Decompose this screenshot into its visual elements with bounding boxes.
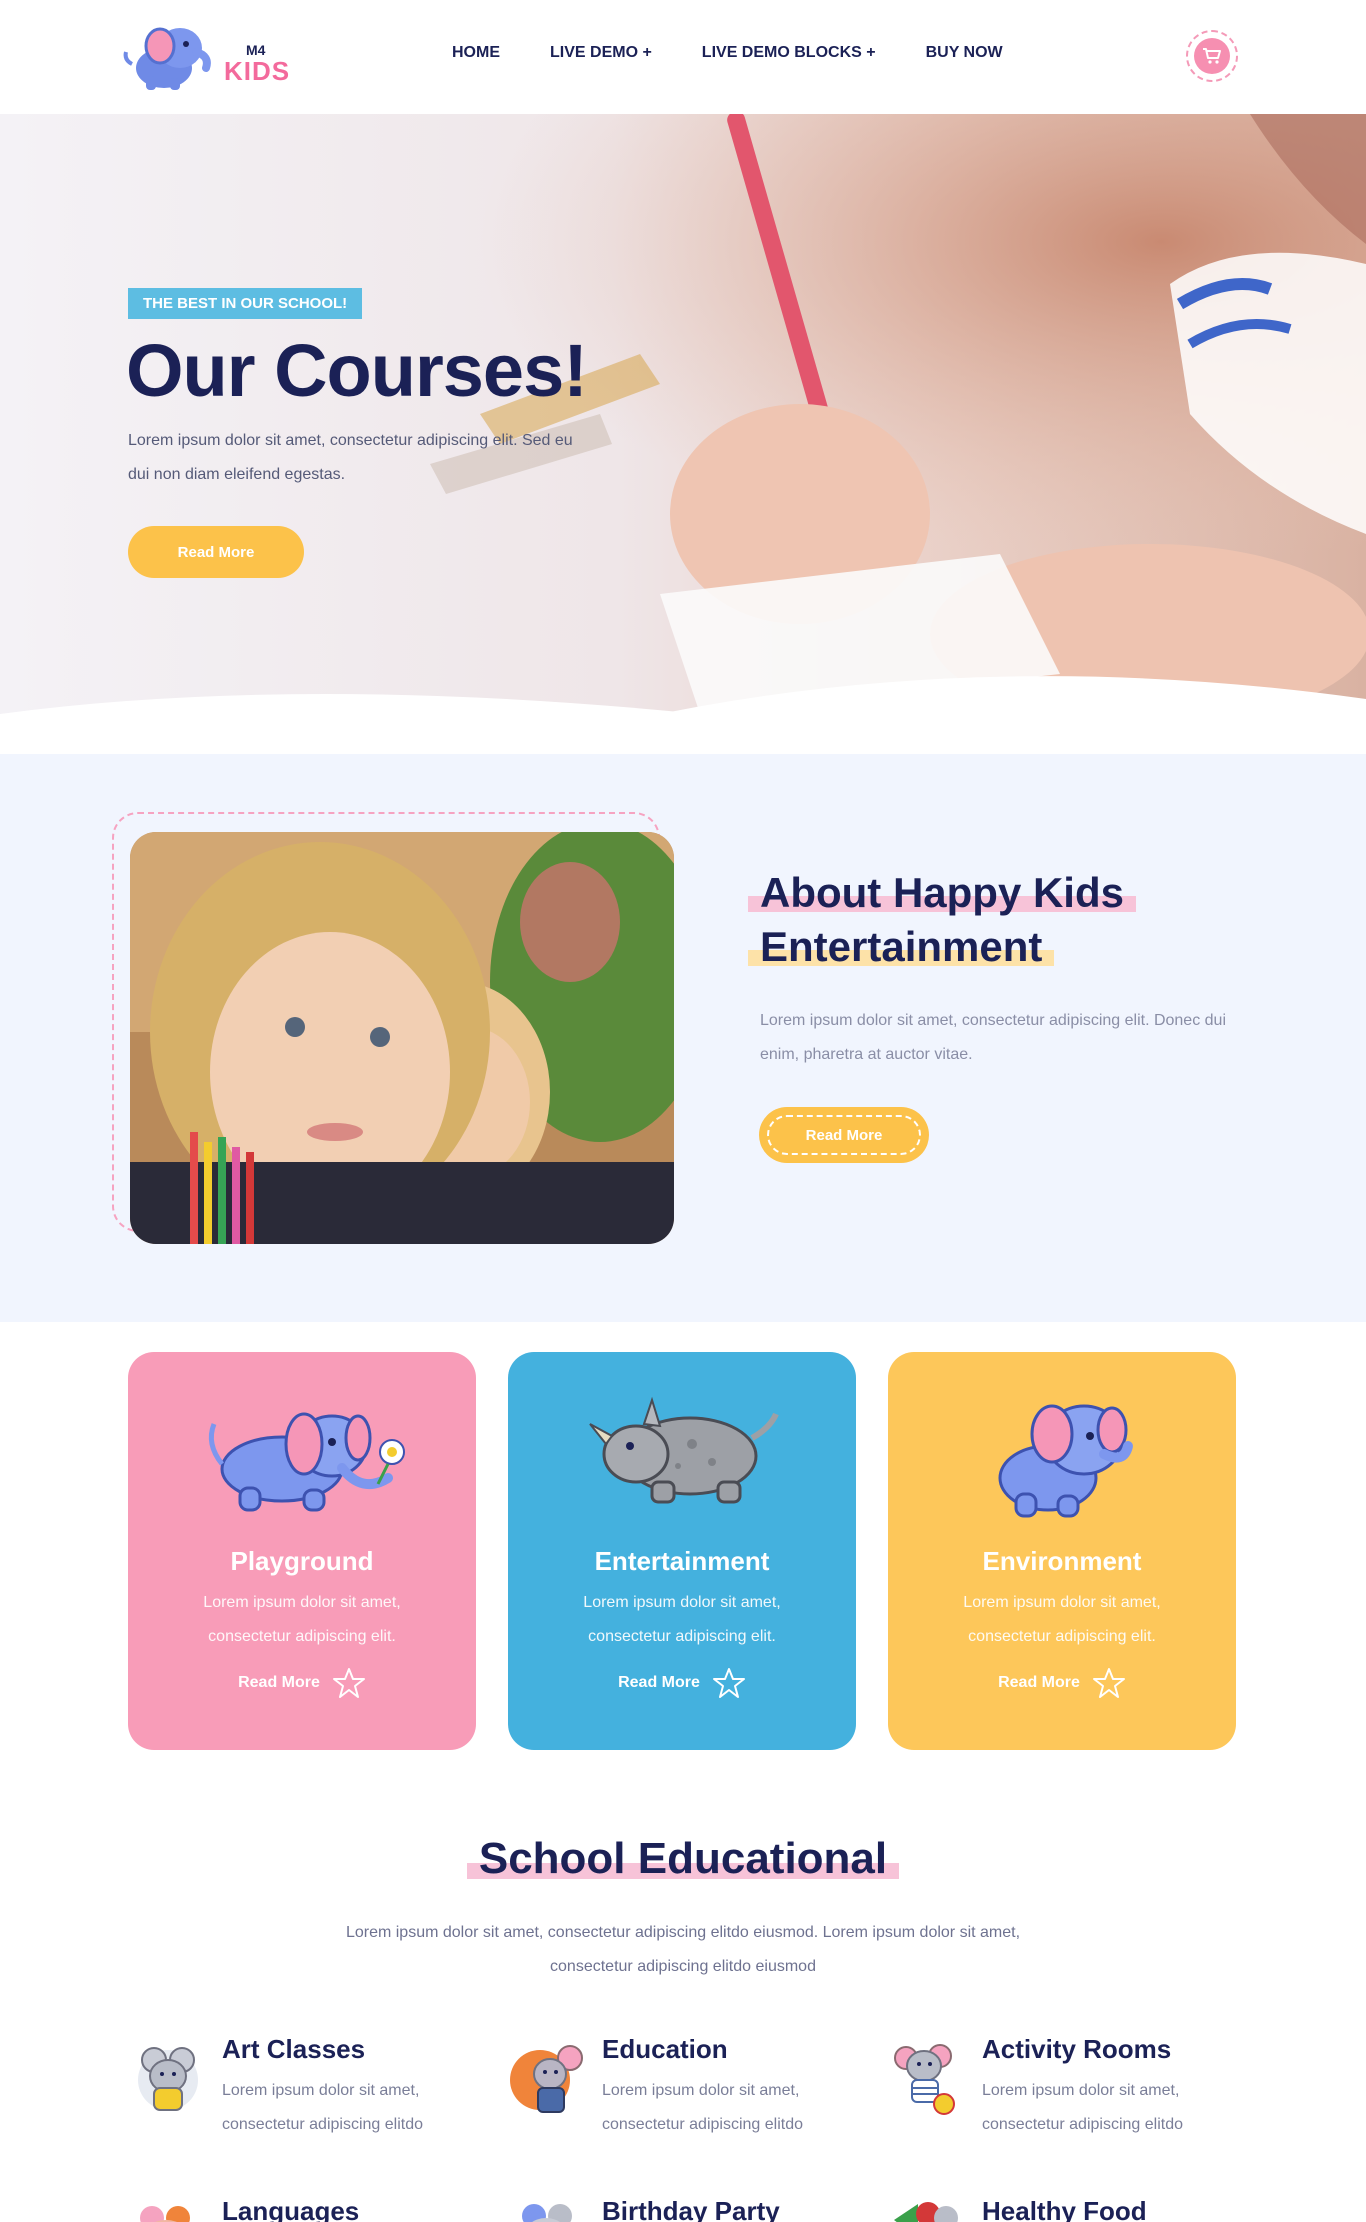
star-icon <box>332 1668 365 1698</box>
feature-art-classes[interactable]: Art Classes Lorem ipsum dolor sit amet, … <box>128 2034 488 2154</box>
about-title: About Happy Kids Entertainment <box>748 866 1268 974</box>
card-text: Lorem ipsum dolor sit amet, consectetur … <box>583 1594 781 1645</box>
fox-teacher-icon <box>510 2045 583 2113</box>
card-entertainment[interactable]: Entertainment Lorem ipsum dolor sit amet… <box>508 1352 856 1750</box>
hero-section: THE BEST IN OUR SCHOOL! Our Courses! Lor… <box>0 114 1366 754</box>
cart-icon <box>1203 48 1221 64</box>
school-title-text: School Educational <box>466 1834 900 1883</box>
nav-live-demo[interactable]: LIVE DEMO + <box>550 44 652 62</box>
nav-buy-now[interactable]: BUY NOW <box>926 44 1003 62</box>
card-link-label: Read More <box>618 1674 700 1691</box>
hero-read-more-button[interactable]: Read More <box>128 526 304 578</box>
card-title: Playground <box>230 1546 374 1576</box>
feature-title: Languages <box>222 2196 360 2222</box>
nav-home[interactable]: HOME <box>452 44 500 62</box>
food-icon <box>894 2202 958 2222</box>
school-title: School Educational <box>0 1834 1366 1884</box>
card-playground[interactable]: Playground Lorem ipsum dolor sit amet, c… <box>128 1352 476 1750</box>
cart-button[interactable] <box>1186 30 1238 82</box>
feature-title: Education <box>602 2034 728 2064</box>
feature-languages[interactable]: Languages <box>128 2196 488 2222</box>
card-environment[interactable]: Environment Lorem ipsum dolor sit amet, … <box>888 1352 1236 1750</box>
hero-badge: THE BEST IN OUR SCHOOL! <box>128 288 363 319</box>
feature-activity-rooms[interactable]: Activity Rooms Lorem ipsum dolor sit ame… <box>888 2034 1248 2154</box>
card-title: Entertainment <box>594 1546 770 1576</box>
site-logo[interactable]: M4 KIDS <box>120 18 300 96</box>
elephant-ball-icon <box>894 2044 955 2115</box>
about-section: About Happy Kids Entertainment Lorem ips… <box>0 754 1366 1322</box>
site-header: M4 KIDS HOME LIVE DEMO + LIVE DEMO BLOCK… <box>0 0 1366 114</box>
feature-healthy-food[interactable]: Healthy Food <box>888 2196 1248 2222</box>
card-illustration <box>888 1384 1236 1524</box>
logo-kids-text: KIDS <box>224 56 291 86</box>
feature-cards: Playground Lorem ipsum dolor sit amet, c… <box>128 1352 1238 1750</box>
rhino-icon <box>589 1396 779 1504</box>
star-icon <box>1092 1668 1125 1698</box>
main-nav: HOME LIVE DEMO + LIVE DEMO BLOCKS + BUY … <box>452 44 1053 62</box>
children-photo-image <box>130 832 674 1244</box>
card-title: Environment <box>982 1546 1142 1576</box>
hippo-icon <box>140 2206 190 2222</box>
about-title-line1: About Happy Kids <box>748 869 1136 916</box>
hero-title: Our Courses! <box>126 329 588 412</box>
feature-title: Art Classes <box>222 2034 366 2064</box>
feature-text: Lorem ipsum dolor sit amet, consectetur … <box>982 2082 1184 2133</box>
about-read-more-button[interactable]: Read More <box>762 1110 926 1160</box>
card-illustration <box>128 1384 476 1524</box>
feature-text: Lorem ipsum dolor sit amet, consectetur … <box>602 2082 804 2133</box>
feature-title: Healthy Food <box>982 2196 1147 2222</box>
card-link-label: Read More <box>998 1674 1080 1691</box>
feature-text: Lorem ipsum dolor sit amet, consectetur … <box>222 2082 424 2133</box>
cart-icon-wrap <box>1194 38 1230 74</box>
star-icon <box>712 1668 745 1698</box>
party-animal-icon <box>522 2204 572 2222</box>
feature-title: Activity Rooms <box>982 2034 1172 2064</box>
elephant-logo-icon <box>123 27 211 90</box>
about-title-line2: Entertainment <box>748 923 1055 970</box>
card-read-more-link[interactable]: Read More <box>888 1666 1236 1700</box>
elephant-icon <box>998 1404 1133 1518</box>
elephant-flower-icon <box>208 1412 405 1512</box>
card-text: Lorem ipsum dolor sit amet, consectetur … <box>203 1594 401 1645</box>
card-read-more-link[interactable]: Read More <box>128 1666 476 1700</box>
hero-text: Lorem ipsum dolor sit amet, consectetur … <box>128 432 573 483</box>
card-illustration <box>508 1384 856 1524</box>
feature-birthday-party[interactable]: Birthday Party <box>508 2196 868 2222</box>
card-link-label: Read More <box>238 1674 320 1691</box>
card-text: Lorem ipsum dolor sit amet, consectetur … <box>963 1594 1161 1645</box>
about-text: Lorem ipsum dolor sit amet, consectetur … <box>760 1012 1226 1063</box>
feature-education[interactable]: Education Lorem ipsum dolor sit amet, co… <box>508 2034 868 2154</box>
feature-title: Birthday Party <box>602 2196 780 2222</box>
mouse-painter-icon <box>138 2047 198 2111</box>
about-photo <box>130 832 674 1244</box>
school-text: Lorem ipsum dolor sit amet, consectetur … <box>345 1924 1021 1975</box>
card-read-more-link[interactable]: Read More <box>508 1666 856 1700</box>
nav-live-demo-blocks[interactable]: LIVE DEMO BLOCKS + <box>702 44 876 62</box>
